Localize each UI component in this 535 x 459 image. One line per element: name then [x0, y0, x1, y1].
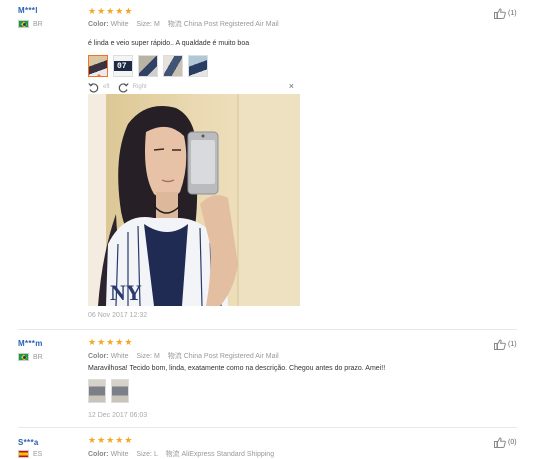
svg-text:NY: NY: [110, 280, 142, 305]
star-icon: ★: [106, 6, 115, 16]
review-date: 12 Dec 2017 06:03: [88, 412, 148, 419]
review-photo-large: NY: [88, 94, 300, 306]
rotate-left-icon[interactable]: [88, 82, 99, 93]
review-photo-thumbnail[interactable]: [138, 55, 158, 77]
review-photo-thumbnail[interactable]: [163, 55, 183, 77]
helpful-button[interactable]: (0): [494, 437, 517, 448]
photo-viewer: eft Right × NY: [88, 80, 300, 306]
color-value: White: [110, 353, 129, 360]
star-icon: ★: [115, 435, 124, 445]
reviewer-country: ES: [18, 450, 42, 458]
size-label: Size:: [136, 353, 152, 360]
review-photo-thumbnail[interactable]: [88, 55, 108, 77]
photo-viewer-toolbar: eft Right ×: [88, 80, 300, 94]
star-rating: ★ ★ ★ ★ ★: [88, 436, 132, 445]
helpful-count: (0): [508, 439, 517, 446]
star-icon: ★: [115, 6, 124, 16]
size-value: M: [153, 21, 160, 28]
order-attributes: Color: White Size: M 物流 China Post Regis…: [88, 19, 279, 29]
rotate-left-label[interactable]: eft: [103, 84, 110, 90]
thumbs-up-icon[interactable]: [494, 339, 506, 350]
rotate-right-icon[interactable]: [118, 82, 129, 93]
reviewer-name: M***m: [18, 339, 43, 348]
brazil-flag-icon: [18, 353, 29, 361]
star-icon: ★: [124, 6, 133, 16]
size-value: L: [153, 451, 158, 458]
review-photo-thumbnail[interactable]: 07: [113, 55, 133, 77]
review-photo-thumbnail[interactable]: [111, 379, 129, 403]
reviewer-name: M***l: [18, 6, 38, 15]
star-icon: ★: [97, 435, 106, 445]
country-code: ES: [33, 450, 43, 458]
reviewer-country: BR: [18, 20, 43, 28]
size-label: Size:: [136, 451, 152, 458]
thumbs-up-icon[interactable]: [494, 8, 506, 19]
star-icon: ★: [97, 337, 106, 347]
star-rating: ★ ★ ★ ★ ★: [88, 7, 132, 16]
order-attributes: Color: White Size: L 物流 AliExpress Stand…: [88, 449, 274, 459]
spain-flag-icon: [18, 450, 29, 458]
shipping-value: China Post Registered Air Mail: [183, 353, 279, 360]
review-text: é linda e veio super rápido.. A qualdade…: [88, 40, 250, 47]
reviewer-country: BR: [18, 353, 43, 361]
helpful-count: (1): [508, 10, 517, 17]
country-code: BR: [33, 20, 43, 28]
helpful-button[interactable]: (1): [494, 8, 517, 19]
helpful-button[interactable]: (1): [494, 339, 517, 350]
star-icon: ★: [124, 435, 133, 445]
star-icon: ★: [97, 6, 106, 16]
review-photos: 07: [88, 55, 208, 77]
review-item: M***m BR ★ ★ ★ ★ ★ Color: White Size: M 物流 C…: [0, 330, 535, 428]
close-icon[interactable]: ×: [289, 81, 294, 91]
star-icon: ★: [88, 337, 97, 347]
star-icon: ★: [88, 435, 97, 445]
shipping-label: 物流: [167, 353, 182, 360]
color-label: Color:: [88, 353, 109, 360]
review-item: M***l BR ★ ★ ★ ★ ★ Color: White Size: M 物流 C…: [0, 0, 535, 330]
star-icon: ★: [88, 6, 97, 16]
star-rating: ★ ★ ★ ★ ★: [88, 338, 132, 347]
star-icon: ★: [106, 435, 115, 445]
color-label: Color:: [88, 21, 109, 28]
shipping-value: China Post Registered Air Mail: [183, 21, 279, 28]
order-attributes: Color: White Size: M 物流 China Post Regis…: [88, 351, 279, 361]
color-label: Color:: [88, 451, 109, 458]
review-photo-thumbnail[interactable]: [188, 55, 208, 77]
shipping-label: 物流: [167, 21, 182, 28]
star-icon: ★: [106, 337, 115, 347]
thumbs-up-icon[interactable]: [494, 437, 506, 448]
size-label: Size:: [136, 21, 152, 28]
shipping-label: 物流: [165, 451, 180, 458]
color-value: White: [110, 21, 129, 28]
shipping-value: AliExpress Standard Shipping: [181, 451, 275, 458]
helpful-count: (1): [508, 341, 517, 348]
size-value: M: [153, 353, 160, 360]
rotate-right-label[interactable]: Right: [133, 84, 147, 90]
star-icon: ★: [124, 337, 133, 347]
review-photos: [88, 379, 129, 403]
country-code: BR: [33, 353, 43, 361]
star-icon: ★: [115, 337, 124, 347]
review-date: 06 Nov 2017 12:32: [88, 312, 148, 319]
reviewer-name: S***a: [18, 438, 39, 447]
color-value: White: [110, 451, 129, 458]
brazil-flag-icon: [18, 20, 29, 28]
review-item: S***a ES ★ ★ ★ ★ ★ Color: White Size: L 物流 A…: [0, 428, 535, 459]
review-text: Maravilhosa! Tecido bom, linda, exatamen…: [88, 365, 386, 372]
review-photo-thumbnail[interactable]: [88, 379, 106, 403]
